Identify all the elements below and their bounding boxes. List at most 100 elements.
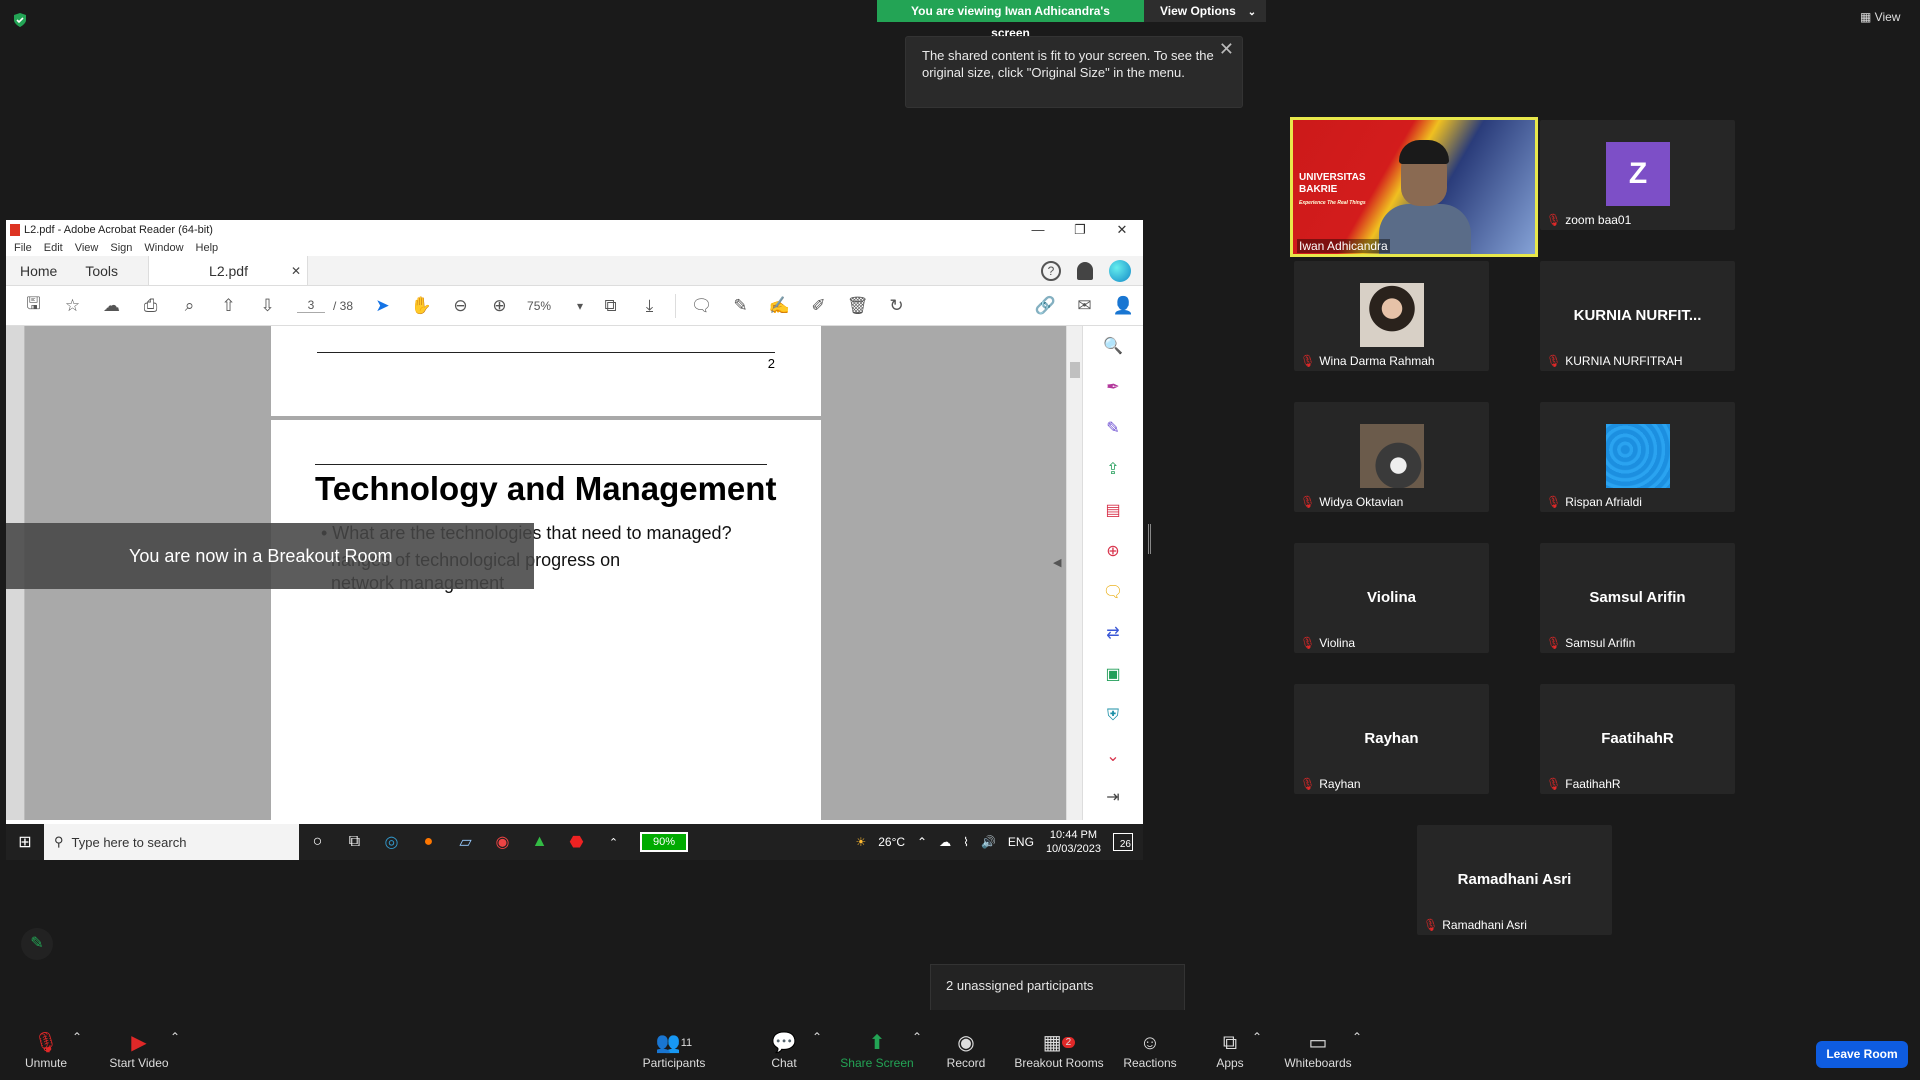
participant-tile[interactable]: Violina 🎙 Violina (1294, 543, 1489, 653)
wifi-icon[interactable]: ⌇ (963, 835, 969, 849)
whiteboard-options-caret[interactable]: ⌃ (1352, 1030, 1362, 1044)
tab-tools[interactable]: Tools (71, 256, 132, 285)
scrollbar-thumb[interactable] (1070, 362, 1080, 378)
minimize-icon[interactable]: — (1017, 220, 1059, 240)
compress-icon[interactable]: ▣ (1083, 654, 1143, 695)
help-icon[interactable]: ? (1041, 260, 1061, 281)
menu-view[interactable]: View (75, 242, 99, 254)
share-user-icon[interactable]: 👤 (1104, 296, 1143, 316)
email-icon[interactable]: ✉ (1065, 296, 1104, 316)
fit-page-icon[interactable]: ⧉ (591, 296, 630, 316)
comment-tool-icon[interactable]: 🗨 (1083, 572, 1143, 613)
resize-divider[interactable] (1148, 524, 1151, 554)
participant-tile[interactable]: Z 🎙 zoom baa01 (1540, 120, 1735, 230)
encryption-shield-icon[interactable] (12, 12, 28, 28)
file-explorer-icon[interactable]: ▱ (447, 832, 484, 852)
close-icon[interactable]: ✕ (1219, 40, 1234, 58)
combine-files-icon[interactable]: ⇄ (1083, 613, 1143, 654)
page-up-icon[interactable]: ⇧ (209, 296, 248, 316)
tab-home[interactable]: Home (6, 256, 71, 285)
menu-window[interactable]: Window (144, 242, 183, 254)
edit-sign-icon[interactable]: ✐ (799, 296, 838, 316)
share-screen-button[interactable]: ⬆ Share Screen (838, 1030, 916, 1070)
active-speaker-tile[interactable]: UNIVERSITAS BAKRIE Experience The Real Thi… (1290, 117, 1538, 257)
language-indicator[interactable]: ENG (1008, 835, 1034, 849)
weather-temp[interactable]: 26°C (878, 835, 905, 849)
participant-tile[interactable]: Samsul Arifin 🎙 Samsul Arifin (1540, 543, 1735, 653)
more-tools-icon[interactable]: ⌄ (1083, 736, 1143, 777)
panel-expand-icon[interactable]: ⇥ (1083, 777, 1143, 818)
select-cursor-icon[interactable]: ➤ (363, 296, 402, 316)
cortana-icon[interactable]: ○ (299, 833, 336, 851)
participant-tile[interactable]: KURNIA NURFIT... 🎙 KURNIA NURFITRAH (1540, 261, 1735, 371)
close-window-icon[interactable]: ✕ (1101, 220, 1143, 240)
view-options-button[interactable]: View Options ⌄ (1144, 0, 1266, 22)
cloud-upload-icon[interactable]: ☁ (92, 296, 131, 316)
collapse-panel-icon[interactable]: ◀ (1053, 556, 1061, 569)
star-icon[interactable]: ☆ (53, 296, 92, 316)
chat-options-caret[interactable]: ⌃ (812, 1030, 822, 1044)
scroll-mode-icon[interactable]: ⤓ (630, 296, 669, 316)
participant-tile[interactable]: Rayhan 🎙 Rayhan (1294, 684, 1489, 794)
whiteboards-button[interactable]: ▭ Whiteboards (1282, 1030, 1354, 1070)
hand-tool-icon[interactable]: ✋ (402, 296, 441, 316)
weather-icon[interactable]: ☀ (855, 835, 866, 849)
restore-icon[interactable]: ❐ (1059, 220, 1101, 240)
breakout-rooms-button[interactable]: ▦ 2 Breakout Rooms (1012, 1030, 1106, 1070)
participant-tile[interactable]: 🎙 Rispan Afrialdi (1540, 402, 1735, 512)
view-button[interactable]: ▦ View (1860, 10, 1900, 24)
start-video-button[interactable]: ▶ Start Video (104, 1030, 174, 1070)
participant-tile[interactable]: 🎙 Widya Oktavian (1294, 402, 1489, 512)
video-options-caret[interactable]: ⌃ (170, 1030, 180, 1044)
highlight-pen-icon[interactable]: ✎ (721, 296, 760, 316)
audio-options-caret[interactable]: ⌃ (72, 1030, 82, 1044)
chrome-icon[interactable]: ◉ (484, 832, 521, 852)
save-icon[interactable]: 🖫 (14, 291, 53, 320)
firefox-icon[interactable]: ● (410, 833, 447, 851)
zoom-search-icon[interactable]: ⌕ (170, 296, 209, 316)
annotate-pencil-icon[interactable]: ✎ (21, 928, 53, 960)
rotate-icon[interactable]: ↻ (877, 296, 916, 316)
page-number-input[interactable]: 3 (297, 298, 325, 313)
vertical-scrollbar[interactable] (1066, 326, 1082, 820)
share-link-icon[interactable]: 🔗 (1026, 296, 1065, 316)
taskbar-search[interactable]: ⚲ Type here to search (44, 824, 299, 860)
apps-button[interactable]: ⧉ Apps (1210, 1030, 1250, 1070)
draw-icon[interactable]: ✍ (760, 296, 799, 316)
fill-sign-icon[interactable]: ✎ (1083, 408, 1143, 449)
volume-icon[interactable]: 🔊 (981, 835, 996, 849)
chat-button[interactable]: 💬 Chat (760, 1030, 808, 1070)
edge-icon[interactable]: ◎ (373, 832, 410, 852)
menu-help[interactable]: Help (196, 242, 219, 254)
zoom-in-icon[interactable]: ⊕ (480, 296, 519, 316)
record-button[interactable]: ◉ Record (940, 1030, 992, 1070)
menu-sign[interactable]: Sign (110, 242, 132, 254)
create-pdf-icon[interactable]: ⊕ (1083, 531, 1143, 572)
share-options-caret[interactable]: ⌃ (912, 1030, 922, 1044)
participant-tile[interactable]: Ramadhani Asri 🎙 Ramadhani Asri (1417, 825, 1612, 935)
notifications-badge[interactable]: 26 (1113, 833, 1133, 851)
bell-icon[interactable] (1077, 261, 1093, 280)
apps-options-caret[interactable]: ⌃ (1252, 1030, 1262, 1044)
task-view-icon[interactable]: ⧉ (336, 833, 373, 851)
print-icon[interactable]: ⎙ (131, 296, 170, 316)
clock[interactable]: 10:44 PM 10/03/2023 (1046, 828, 1101, 856)
reactions-button[interactable]: ☺ Reactions (1120, 1030, 1180, 1070)
participant-tile[interactable]: 🎙 Wina Darma Rahmah (1294, 261, 1489, 371)
request-signature-icon[interactable]: ✒ (1083, 367, 1143, 408)
account-avatar[interactable] (1109, 259, 1131, 282)
unassigned-participants-popup[interactable]: 2 unassigned participants (930, 964, 1185, 1012)
windows-start-icon[interactable]: ⊞ (6, 832, 44, 852)
menu-file[interactable]: File (14, 242, 32, 254)
zoom-select[interactable]: 75% ▾ (519, 299, 591, 313)
export-pdf-icon[interactable]: ⇪ (1083, 449, 1143, 490)
zoom-out-icon[interactable]: ⊖ (441, 296, 480, 316)
page-down-icon[interactable]: ⇩ (248, 296, 287, 316)
delete-icon[interactable]: 🗑 (838, 296, 877, 316)
zoom-tool-icon[interactable]: 🔍 (1083, 326, 1143, 367)
show-hidden-icons[interactable]: ⌃ (917, 835, 927, 849)
drive-icon[interactable]: ▲ (521, 833, 558, 851)
leave-room-button[interactable]: Leave Room (1816, 1041, 1908, 1068)
tray-overflow-icon[interactable]: ⌃ (595, 836, 632, 849)
comment-icon[interactable]: 🗨 (682, 296, 721, 316)
